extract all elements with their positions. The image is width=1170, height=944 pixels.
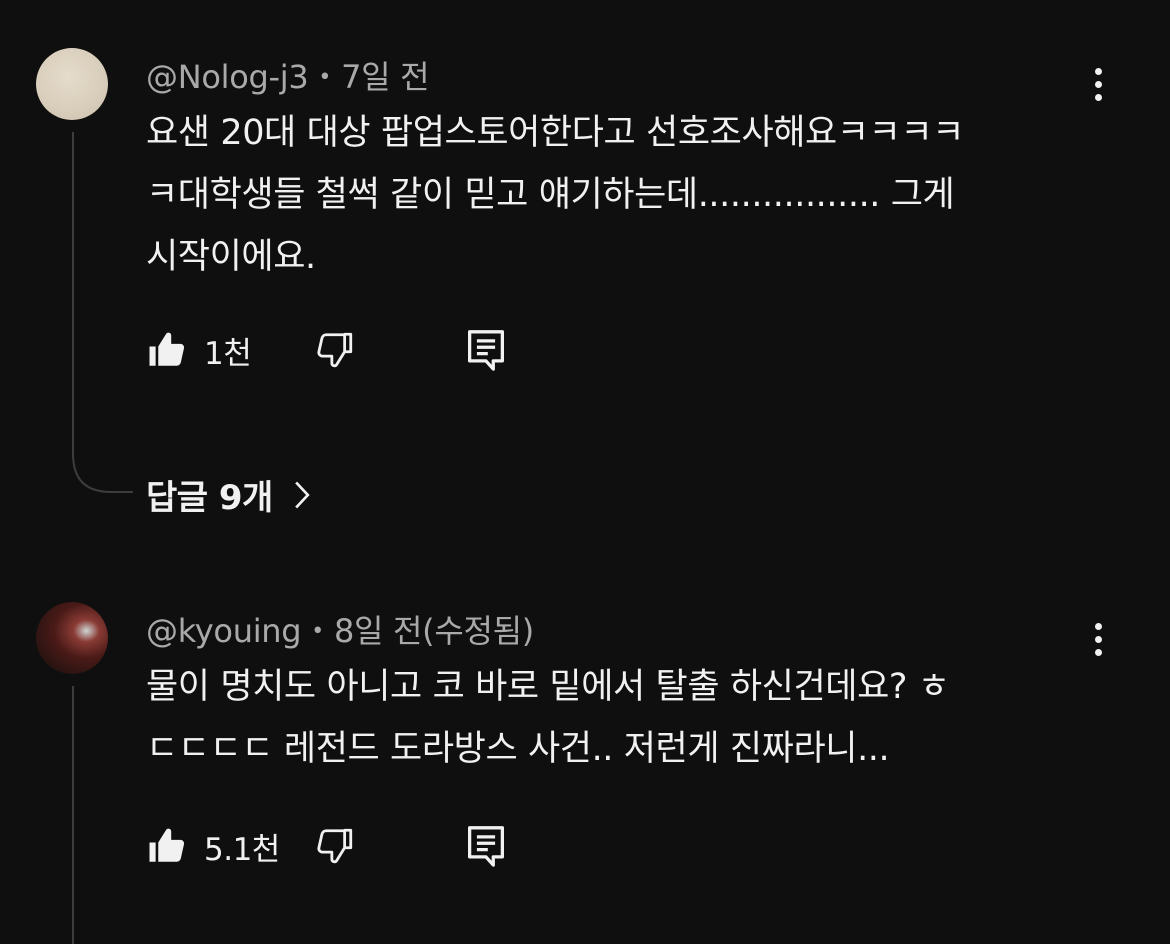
- like-count: 5.1천: [204, 831, 280, 868]
- like-count: 1천: [204, 335, 252, 372]
- like-button[interactable]: 5.1천: [146, 822, 280, 870]
- thread-line: [72, 686, 74, 944]
- more-vertical-icon: [1094, 622, 1102, 630]
- view-replies-button[interactable]: 답글 9개: [146, 470, 311, 519]
- comment-time[interactable]: 7일 전: [341, 58, 430, 96]
- avatar[interactable]: [36, 48, 108, 120]
- comment-text: 요샌 20대 대상 팝업스토어한다고 선호조사해요ㅋㅋㅋㅋ ㅋ대학생들 철썩 같…: [146, 102, 1086, 288]
- dislike-button[interactable]: [314, 326, 356, 374]
- thumbs-up-icon: [149, 828, 185, 862]
- comment-line: 물이 명치도 아니고 코 바로 밑에서 탈출 하신건데요? ㅎ: [146, 667, 950, 707]
- comment-actions: 5.1천: [146, 822, 546, 870]
- thumbs-down-icon: [317, 332, 353, 368]
- comment-text: 물이 명치도 아니고 코 바로 밑에서 탈출 하신건데요? ㅎ ㄷㄷㄷㄷ 레전드…: [146, 656, 1086, 780]
- more-vertical-icon: [1094, 67, 1102, 75]
- comment-line: ㄷㄷㄷㄷ 레전드 도라방스 사건.. 저런게 진짜라니...: [146, 729, 890, 769]
- author-name[interactable]: @Nolog-j3: [146, 58, 309, 96]
- thumbs-up-icon: [149, 332, 185, 366]
- reply-button[interactable]: [466, 326, 506, 374]
- thumbs-down-icon: [317, 828, 353, 864]
- replies-label: 답글 9개: [146, 478, 273, 518]
- chevron-right-icon: [295, 481, 310, 508]
- avatar[interactable]: [36, 602, 108, 674]
- thread-curve: [72, 446, 133, 493]
- more-options-button[interactable]: [1082, 60, 1114, 108]
- comment-line: ㅋ대학생들 철썩 같이 믿고 얘기하는데................. 그게: [146, 175, 955, 215]
- comment-time[interactable]: 8일 전(수정됨): [334, 612, 534, 650]
- dislike-button[interactable]: [314, 822, 356, 870]
- more-options-button[interactable]: [1082, 615, 1114, 663]
- meta-separator: •: [311, 619, 324, 644]
- comment-actions: 1천: [146, 326, 546, 374]
- comment-meta: @Nolog-j3 • 7일 전: [146, 52, 430, 98]
- thread-line: [72, 132, 74, 452]
- comment-line: 요샌 20대 대상 팝업스토어한다고 선호조사해요ㅋㅋㅋㅋ: [146, 113, 965, 153]
- comment-reply-icon: [468, 330, 504, 371]
- meta-separator: •: [318, 65, 332, 90]
- like-button[interactable]: 1천: [146, 326, 252, 374]
- comment-line: 시작이에요.: [146, 237, 316, 277]
- reply-button[interactable]: [466, 822, 506, 870]
- comment-reply-icon: [468, 826, 504, 867]
- author-name[interactable]: @kyouing: [146, 612, 302, 650]
- comment-meta: @kyouing • 8일 전(수정됨): [146, 606, 534, 652]
